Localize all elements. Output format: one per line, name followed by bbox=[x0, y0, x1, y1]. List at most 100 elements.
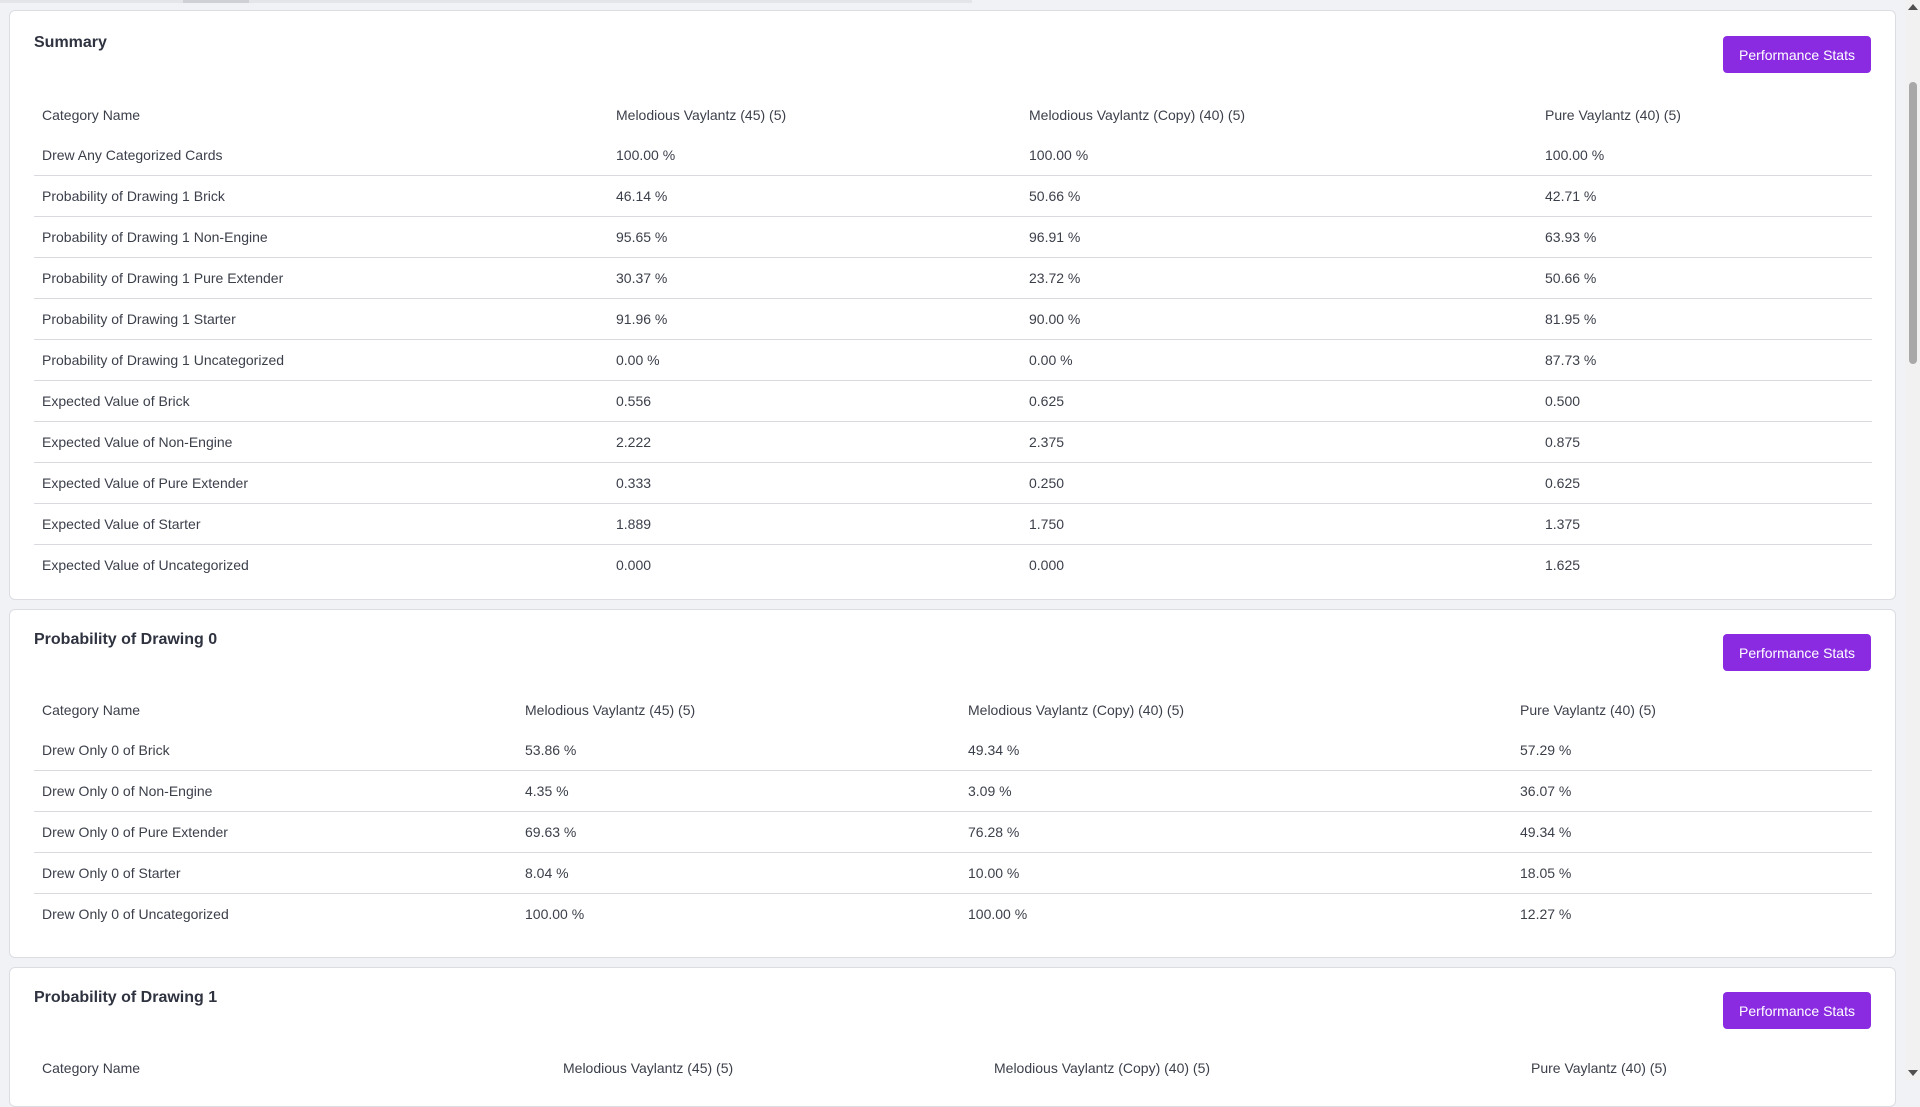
value-cell: 18.05 % bbox=[1520, 865, 1572, 881]
table-row: Drew Only 0 of Brick 53.86 % 49.34 % 57.29 … bbox=[34, 730, 1872, 771]
table-row: Expected Value of Pure Extender 0.333 0.25… bbox=[34, 463, 1872, 504]
probability-drawing-0-card: Probability of Drawing 0 Performance Sta… bbox=[9, 609, 1896, 958]
value-cell: 30.37 % bbox=[616, 270, 668, 286]
top-scrollbar-thumb[interactable] bbox=[183, 0, 249, 3]
category-name-cell: Drew Only 0 of Pure Extender bbox=[42, 824, 228, 840]
scrollbar-thumb[interactable] bbox=[1909, 82, 1917, 364]
section-title: Summary bbox=[34, 34, 107, 51]
performance-stats-button[interactable]: Performance Stats bbox=[1723, 992, 1871, 1029]
value-cell: 100.00 % bbox=[968, 906, 1028, 922]
value-cell: 0.875 bbox=[1545, 434, 1581, 450]
value-cell: 50.66 % bbox=[1029, 188, 1081, 204]
value-cell: 49.34 % bbox=[1520, 824, 1572, 840]
table-row: Probability of Drawing 1 Non-Engine 95.65… bbox=[34, 217, 1872, 258]
column-header: Melodious Vaylantz (Copy) (40) (5) bbox=[1029, 107, 1246, 123]
value-cell: 91.96 % bbox=[616, 311, 668, 327]
table-row: Drew Only 0 of Starter 8.04 % 10.00 % 18.05… bbox=[34, 853, 1872, 894]
category-name-cell: Expected Value of Pure Extender bbox=[42, 475, 248, 491]
column-header: Category Name bbox=[42, 107, 141, 123]
value-cell: 36.07 % bbox=[1520, 783, 1572, 799]
column-header: Melodious Vaylantz (45) (5) bbox=[525, 702, 696, 718]
value-cell: 8.04 % bbox=[525, 865, 569, 881]
value-cell: 1.889 bbox=[616, 516, 652, 532]
value-cell: 0.625 bbox=[1029, 393, 1065, 409]
value-cell: 1.625 bbox=[1545, 557, 1581, 573]
scroll-down-arrow-icon[interactable] bbox=[1908, 1070, 1918, 1076]
value-cell: 0.333 bbox=[616, 475, 652, 491]
probability-drawing-0-table: Category Name Melodious Vaylantz (45) (5… bbox=[34, 690, 1872, 934]
value-cell: 0.00 % bbox=[1029, 352, 1073, 368]
value-cell: 0.625 bbox=[1545, 475, 1581, 491]
performance-stats-button[interactable]: Performance Stats bbox=[1723, 634, 1871, 671]
table-row: Drew Only 0 of Pure Extender 69.63 % 76.28… bbox=[34, 812, 1872, 853]
value-cell: 1.375 bbox=[1545, 516, 1581, 532]
table-row: Probability of Drawing 1 Pure Extender 30… bbox=[34, 258, 1872, 299]
value-cell: 81.95 % bbox=[1545, 311, 1597, 327]
value-cell: 96.91 % bbox=[1029, 229, 1081, 245]
table-row: Drew Only 0 of Non-Engine 4.35 % 3.09 % 36.… bbox=[34, 771, 1872, 812]
value-cell: 10.00 % bbox=[968, 865, 1020, 881]
value-cell: 3.09 % bbox=[968, 783, 1012, 799]
category-name-cell: Expected Value of Brick bbox=[42, 393, 190, 409]
section-title: Probability of Drawing 1 bbox=[34, 989, 218, 1006]
value-cell: 100.00 % bbox=[525, 906, 585, 922]
table-row: Probability of Drawing 1 Starter 91.96 % 9… bbox=[34, 299, 1872, 340]
category-name-cell: Drew Only 0 of Brick bbox=[42, 742, 170, 758]
category-name-cell: Probability of Drawing 1 Uncategorized bbox=[42, 352, 285, 368]
value-cell: 0.500 bbox=[1545, 393, 1581, 409]
value-cell: 4.35 % bbox=[525, 783, 569, 799]
scroll-up-arrow-icon[interactable] bbox=[1908, 4, 1918, 10]
table-row: Probability of Drawing 1 Brick 46.14 % 50.… bbox=[34, 176, 1872, 217]
value-cell: 0.00 % bbox=[616, 352, 660, 368]
value-cell: 69.63 % bbox=[525, 824, 577, 840]
column-header: Melodious Vaylantz (Copy) (40) (5) bbox=[968, 702, 1185, 718]
value-cell: 49.34 % bbox=[968, 742, 1020, 758]
value-cell: 0.000 bbox=[1029, 557, 1065, 573]
performance-stats-button[interactable]: Performance Stats bbox=[1723, 36, 1871, 73]
category-name-cell: Drew Only 0 of Non-Engine bbox=[42, 783, 213, 799]
value-cell: 76.28 % bbox=[968, 824, 1020, 840]
category-name-cell: Drew Only 0 of Starter bbox=[42, 865, 181, 881]
category-name-cell: Expected Value of Starter bbox=[42, 516, 201, 532]
value-cell: 100.00 % bbox=[1029, 147, 1089, 163]
value-cell: 100.00 % bbox=[1545, 147, 1605, 163]
table-row: Expected Value of Starter 1.889 1.750 1.375 bbox=[34, 504, 1872, 545]
column-header: Melodious Vaylantz (Copy) (40) (5) bbox=[994, 1060, 1211, 1076]
probability-drawing-1-card: Probability of Drawing 1 Performance Sta… bbox=[9, 967, 1896, 1107]
value-cell: 63.93 % bbox=[1545, 229, 1597, 245]
table-row: Drew Any Categorized Cards 100.00 % 100.00… bbox=[34, 135, 1872, 176]
table-row: Expected Value of Uncategorized 0.000 0.00… bbox=[34, 545, 1872, 586]
category-name-cell: Expected Value of Non-Engine bbox=[42, 434, 233, 450]
probability-drawing-1-table: Category Name Melodious Vaylantz (45) (5… bbox=[34, 1048, 1872, 1088]
category-name-cell: Expected Value of Uncategorized bbox=[42, 557, 249, 573]
column-header: Pure Vaylantz (40) (5) bbox=[1545, 107, 1681, 123]
category-name-cell: Drew Only 0 of Uncategorized bbox=[42, 906, 229, 922]
table-row: Drew Only 0 of Uncategorized 100.00 % 100.… bbox=[34, 894, 1872, 935]
value-cell: 46.14 % bbox=[616, 188, 668, 204]
value-cell: 100.00 % bbox=[616, 147, 676, 163]
value-cell: 0.000 bbox=[616, 557, 652, 573]
table-header-row: Category Name Melodious Vaylantz (45) (5… bbox=[34, 1048, 1872, 1088]
top-horizontal-scrollbar[interactable] bbox=[0, 0, 972, 3]
category-name-cell: Probability of Drawing 1 Starter bbox=[42, 311, 236, 327]
table-row: Expected Value of Brick 0.556 0.625 0.500 bbox=[34, 381, 1872, 422]
category-name-cell: Probability of Drawing 1 Pure Extender bbox=[42, 270, 284, 286]
value-cell: 42.71 % bbox=[1545, 188, 1597, 204]
summary-table: Category Name Melodious Vaylantz (45) (5… bbox=[34, 95, 1872, 585]
column-header: Category Name bbox=[42, 702, 141, 718]
vertical-scrollbar[interactable] bbox=[1905, 0, 1920, 1080]
category-name-cell: Drew Any Categorized Cards bbox=[42, 147, 223, 163]
value-cell: 0.250 bbox=[1029, 475, 1065, 491]
column-header: Melodious Vaylantz (45) (5) bbox=[563, 1060, 734, 1076]
category-name-cell: Probability of Drawing 1 Brick bbox=[42, 188, 225, 204]
value-cell: 90.00 % bbox=[1029, 311, 1081, 327]
table-header-row: Category Name Melodious Vaylantz (45) (5… bbox=[34, 690, 1872, 730]
value-cell: 2.375 bbox=[1029, 434, 1065, 450]
table-row: Expected Value of Non-Engine 2.222 2.375 0.… bbox=[34, 422, 1872, 463]
table-header-row: Category Name Melodious Vaylantz (45) (5… bbox=[34, 95, 1872, 135]
value-cell: 23.72 % bbox=[1029, 270, 1081, 286]
value-cell: 87.73 % bbox=[1545, 352, 1597, 368]
value-cell: 50.66 % bbox=[1545, 270, 1597, 286]
value-cell: 53.86 % bbox=[525, 742, 577, 758]
value-cell: 2.222 bbox=[616, 434, 652, 450]
